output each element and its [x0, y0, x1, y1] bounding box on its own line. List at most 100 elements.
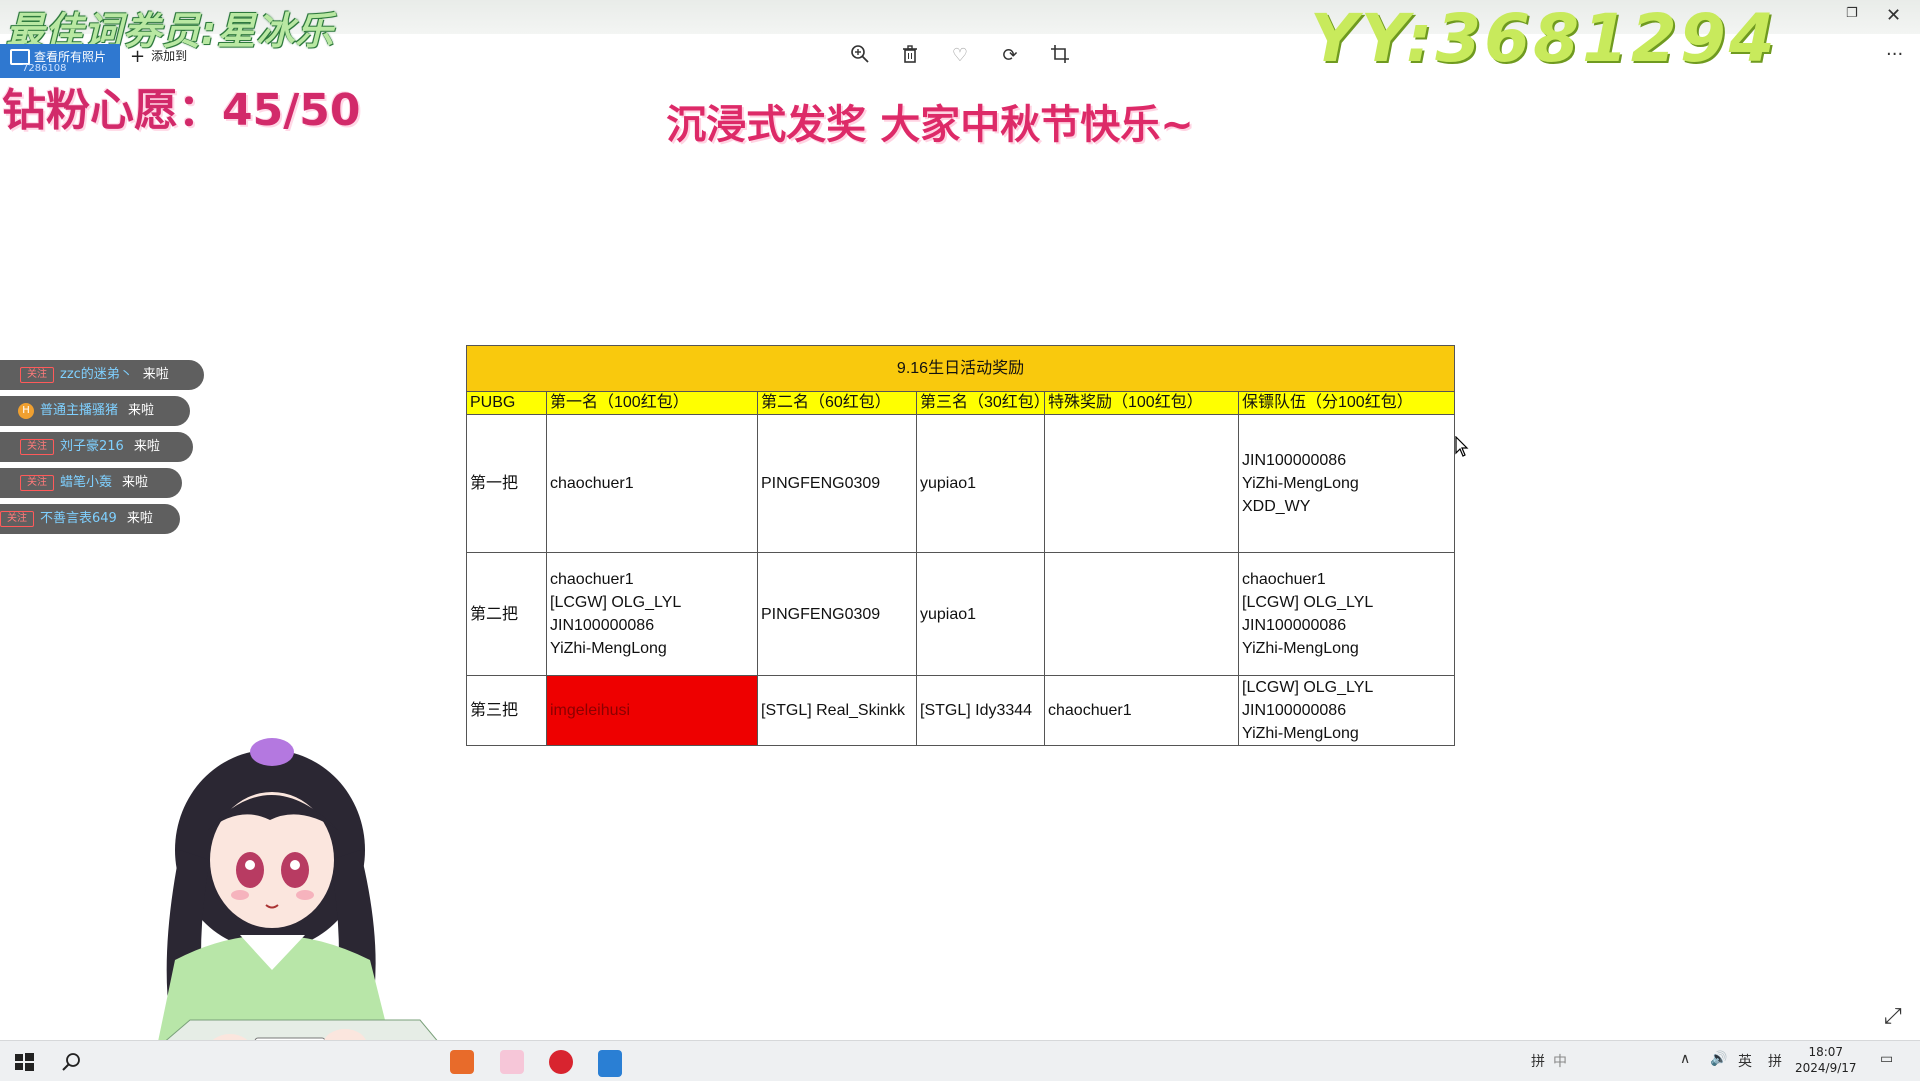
- mouse-cursor-icon: [1455, 435, 1469, 462]
- column-header: 特殊奖励（100红包）: [1044, 391, 1239, 415]
- winner-name: PINGFENG0309: [761, 475, 881, 492]
- third-place-cell: yupiao1: [916, 552, 1045, 676]
- chat-username[interactable]: zzc的迷弟丶: [60, 367, 133, 382]
- chat-text: 来啦: [122, 475, 149, 490]
- winner-name: [LCGW] OLG_LYL: [1242, 679, 1374, 696]
- notification-icon[interactable]: ▭: [1880, 1051, 1893, 1067]
- ime-mode-icon[interactable]: 拼: [1768, 1051, 1782, 1071]
- table-row: 第二把 chaochuer1 [LCGW] OLG_LYL JIN1000000…: [466, 552, 1455, 676]
- winner-name: chaochuer1: [1048, 702, 1132, 719]
- avatar-app-icon[interactable]: [450, 1050, 474, 1074]
- close-window-icon[interactable]: ✕: [1886, 5, 1901, 26]
- view-all-photos-sub: 7286108: [22, 63, 67, 74]
- follow-badge: 关注: [20, 475, 54, 491]
- guard-team-cell: chaochuer1 [LCGW] OLG_LYL JIN100000086 Y…: [1238, 552, 1455, 676]
- second-place-cell: [STGL] Real_Skinkk: [757, 675, 917, 746]
- clock-date: 2024/9/17: [1795, 1061, 1857, 1075]
- first-place-cell: chaochuer1 [LCGW] OLG_LYL JIN100000086 Y…: [546, 552, 758, 676]
- round-label: 第一把: [466, 414, 547, 553]
- follow-badge: 关注: [20, 367, 54, 383]
- plus-icon: +: [130, 46, 146, 67]
- volume-icon[interactable]: 🔊: [1710, 1051, 1727, 1067]
- second-place-cell: PINGFENG0309: [757, 552, 917, 676]
- table-title: 9.16生日活动奖励: [466, 345, 1455, 392]
- winner-name: yupiao1: [920, 475, 977, 492]
- second-place-cell: PINGFENG0309: [757, 414, 917, 553]
- delete-icon[interactable]: [898, 44, 922, 68]
- special-award-cell: [1044, 414, 1239, 553]
- chat-text: 来啦: [128, 403, 155, 418]
- level-badge: H: [18, 403, 34, 419]
- column-header: PUBG: [466, 391, 547, 415]
- first-place-cell: chaochuer1: [546, 414, 758, 553]
- crop-icon[interactable]: [1048, 44, 1072, 68]
- ime-icon[interactable]: 拼: [1531, 1051, 1545, 1071]
- zoom-in-icon[interactable]: [848, 44, 872, 68]
- chat-message: 关注 不善言表649 来啦: [0, 504, 180, 534]
- ime-english-icon[interactable]: 英: [1738, 1051, 1752, 1071]
- column-header: 第二名（60红包）: [757, 391, 917, 415]
- winner-name: XDD_WY: [1242, 498, 1311, 515]
- fullscreen-expand-icon[interactable]: ⤢: [1884, 1004, 1902, 1029]
- more-options-button[interactable]: ···: [1886, 44, 1903, 65]
- favorite-icon[interactable]: ♡: [948, 44, 972, 68]
- winner-name: JIN100000086: [1242, 452, 1347, 469]
- winner-name: [STGL] Real_Skinkk: [761, 702, 906, 719]
- winner-name: PINGFENG0309: [761, 605, 881, 623]
- photos-app-icon[interactable]: [598, 1050, 622, 1077]
- chat-text: 来啦: [126, 511, 153, 526]
- chat-username[interactable]: 刘子豪216: [60, 439, 124, 454]
- chat-username[interactable]: 蜡笔小轰: [60, 475, 112, 490]
- rotate-icon[interactable]: ⟳: [998, 44, 1022, 68]
- stream-overlay-yy-id: YY:3681294: [1310, 0, 1778, 77]
- winner-name: JIN100000086: [550, 617, 655, 634]
- view-all-photos-button[interactable]: 查看所有照片 7286108: [0, 44, 120, 78]
- clock-time: 18:07: [1808, 1045, 1844, 1059]
- chat-message: 关注 蜡笔小轰 来啦: [0, 468, 182, 498]
- stream-headline: 沉浸式发奖 大家中秋节快乐~: [666, 102, 1194, 148]
- add-to-button[interactable]: + 添加到: [130, 46, 187, 67]
- winner-name: chaochuer1: [1242, 571, 1326, 588]
- chat-message: 关注 刘子豪216 来啦: [0, 432, 193, 462]
- winner-name: chaochuer1: [550, 571, 634, 588]
- follow-badge: 关注: [20, 439, 54, 455]
- reward-spreadsheet: 9.16生日活动奖励 PUBG 第一名（100红包） 第二名（60红包） 第三名…: [466, 345, 1455, 747]
- table-header-row: PUBG 第一名（100红包） 第二名（60红包） 第三名（30红包） 特殊奖励…: [466, 391, 1455, 415]
- third-place-cell: yupiao1: [916, 414, 1045, 553]
- guard-team-cell: JIN100000086 YiZhi-MengLong XDD_WY: [1238, 414, 1455, 553]
- show-hidden-icons-icon[interactable]: ∧: [1680, 1051, 1690, 1067]
- winner-name: YiZhi-MengLong: [1242, 475, 1359, 492]
- winner-name: JIN100000086: [1242, 617, 1347, 634]
- winner-name: YiZhi-MengLong: [550, 640, 667, 657]
- add-to-label: 添加到: [151, 49, 188, 63]
- reward-table: 9.16生日活动奖励 PUBG 第一名（100红包） 第二名（60红包） 第三名…: [466, 345, 1455, 746]
- start-icon[interactable]: [12, 1050, 36, 1074]
- chat-message: 关注 zzc的迷弟丶 来啦: [0, 360, 204, 390]
- column-header: 第三名（30红包）: [916, 391, 1045, 415]
- chat-username[interactable]: 不善言表649: [40, 511, 117, 526]
- winner-name: YiZhi-MengLong: [1242, 725, 1359, 742]
- table-row: 第一把 chaochuer1 PINGFENG0309 yupiao1 JIN1…: [466, 414, 1455, 553]
- ime-chinese-icon[interactable]: 中: [1553, 1051, 1567, 1071]
- chat-text: 来啦: [142, 367, 169, 382]
- winner-name: YiZhi-MengLong: [1242, 640, 1359, 657]
- third-place-cell: [STGL] Idy3344: [916, 675, 1045, 746]
- first-place-cell-highlighted: imgeleihusi: [546, 675, 758, 746]
- winner-name: JIN100000086: [1242, 702, 1347, 719]
- column-header: 第一名（100红包）: [546, 391, 758, 415]
- winner-name: yupiao1: [920, 605, 977, 623]
- taskbar-clock[interactable]: 18:07 2024/9/17: [1795, 1044, 1857, 1076]
- winner-name: [STGL] Idy3344: [920, 702, 1033, 719]
- search-icon[interactable]: [60, 1050, 84, 1074]
- round-label: 第二把: [466, 552, 547, 676]
- winner-name: [LCGW] OLG_LYL: [550, 594, 682, 611]
- guard-team-cell: [LCGW] OLG_LYL JIN100000086 YiZhi-MengLo…: [1238, 675, 1455, 746]
- restore-window-icon[interactable]: ❐: [1846, 6, 1858, 21]
- anime-app-icon[interactable]: [500, 1050, 524, 1074]
- netease-music-icon[interactable]: [549, 1050, 573, 1074]
- chat-message: H 普通主播骚猪 来啦: [0, 396, 190, 426]
- table-row: 第三把 imgeleihusi [STGL] Real_Skinkk [STGL…: [466, 675, 1455, 746]
- special-award-cell: chaochuer1: [1044, 675, 1239, 746]
- vtuber-avatar: [119, 738, 471, 1080]
- chat-username[interactable]: 普通主播骚猪: [40, 403, 118, 418]
